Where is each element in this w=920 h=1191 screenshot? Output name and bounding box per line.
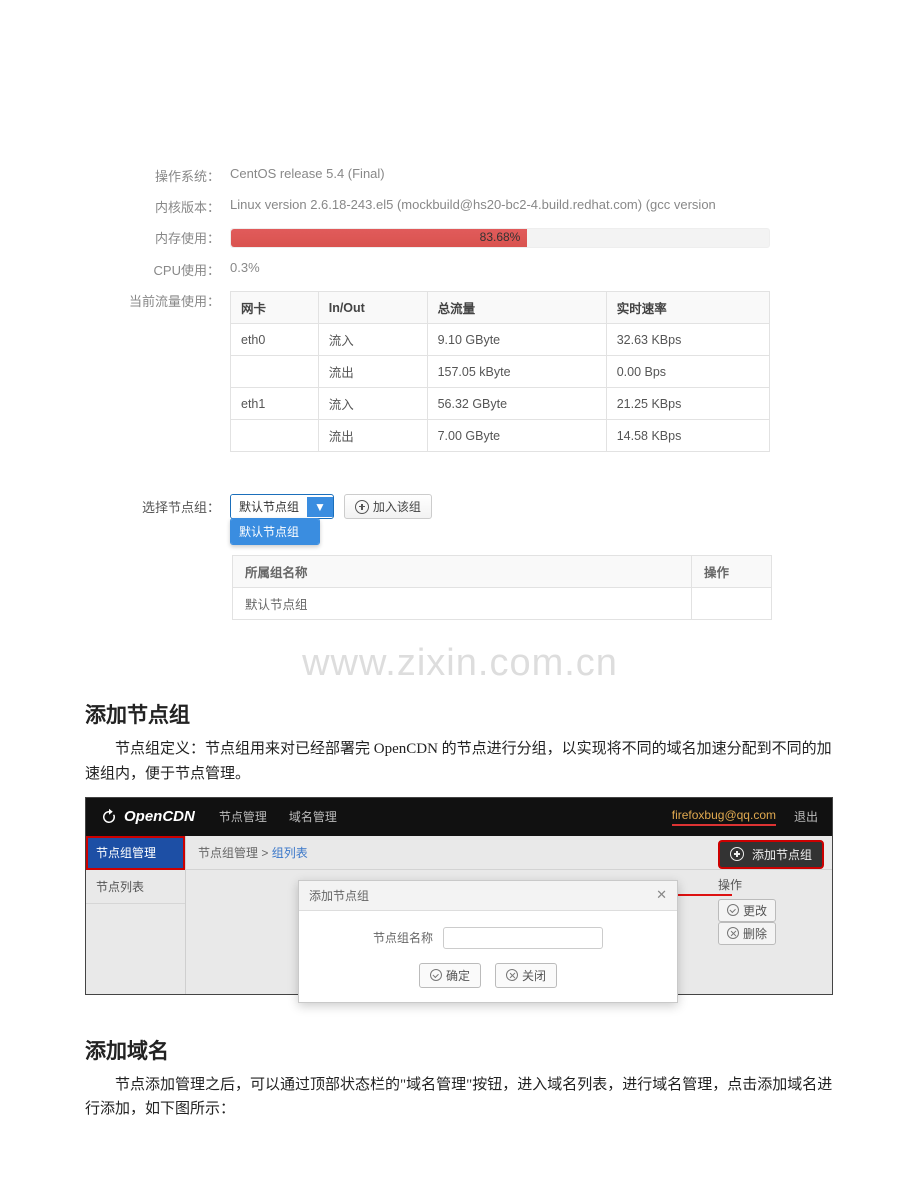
app-header: OpenCDN 节点管理 域名管理 firefoxbug@qq.com 退出 <box>86 798 832 836</box>
th-rate: 实时速率 <box>606 292 769 324</box>
app-main: 节点组管理 > 组列表 添加节点组 操作 更改 删除 添加节点组 ✕ <box>186 836 832 994</box>
table-cell: 157.05 kByte <box>427 356 606 388</box>
modal-field-label: 节点组名称 <box>373 929 433 946</box>
app-logo[interactable]: OpenCDN <box>100 808 195 826</box>
table-cell: 流入 <box>318 324 427 356</box>
memory-bar-label: 83.68% <box>231 230 769 244</box>
user-email[interactable]: firefoxbug@qq.com <box>672 808 776 826</box>
nodegroup-option[interactable]: 默认节点组 <box>231 519 319 544</box>
table-row: 默认节点组 <box>233 588 772 620</box>
th-group-ops: 操作 <box>692 556 772 588</box>
delete-label: 删除 <box>743 925 767 942</box>
x-circle-icon <box>727 927 739 939</box>
th-group-name: 所属组名称 <box>233 556 692 588</box>
th-nic: 网卡 <box>231 292 319 324</box>
crumb-b: 组列表 <box>272 846 308 860</box>
table-cell: 流出 <box>318 420 427 452</box>
table-cell: 7.00 GByte <box>427 420 606 452</box>
sidebar-item-nodegroup-mgmt[interactable]: 节点组管理 <box>86 836 185 870</box>
modal-close-button[interactable]: 关闭 <box>495 963 557 988</box>
opencdn-app-screenshot: OpenCDN 节点管理 域名管理 firefoxbug@qq.com 退出 ▼… <box>85 797 833 995</box>
table-cell: 流入 <box>318 388 427 420</box>
paragraph-add-nodegroup: 节点组定义：节点组用来对已经部署完 OpenCDN 的节点进行分组，以实现将不同… <box>85 737 835 787</box>
table-cell <box>231 420 319 452</box>
app-brand: OpenCDN <box>124 808 195 825</box>
kernel-label: 内核版本： <box>0 197 230 216</box>
refresh-icon <box>100 808 118 826</box>
plus-circle-icon <box>730 847 744 861</box>
x-circle-icon <box>506 969 518 981</box>
table-cell: 14.58 KBps <box>606 420 769 452</box>
table-cell: 9.10 GByte <box>427 324 606 356</box>
cell-group-ops <box>692 588 772 620</box>
table-cell: 21.25 KBps <box>606 388 769 420</box>
join-group-button[interactable]: 加入该组 <box>344 494 432 519</box>
sidebar: 节点组管理 节点列表 <box>86 836 186 994</box>
mem-label: 内存使用： <box>0 228 230 247</box>
nodegroup-dropdown[interactable]: 默认节点组 <box>230 518 320 545</box>
traffic-label: 当前流量使用： <box>0 291 230 310</box>
edit-label: 更改 <box>743 902 767 919</box>
nodegroup-select[interactable]: 默认节点组 ▼ <box>230 494 334 519</box>
operations-column: 操作 更改 删除 <box>718 872 826 945</box>
modal-ok-label: 确定 <box>446 967 470 984</box>
th-io: In/Out <box>318 292 427 324</box>
check-circle-icon <box>727 904 739 916</box>
crumb-sep: > <box>258 846 272 860</box>
table-cell <box>231 356 319 388</box>
ops-header: 操作 <box>718 872 826 899</box>
nav-node-mgmt[interactable]: 节点管理 <box>219 808 267 825</box>
nav-domain-mgmt[interactable]: 域名管理 <box>289 808 337 825</box>
cpu-label: CPU使用： <box>0 260 230 279</box>
modal-ok-button[interactable]: 确定 <box>419 963 481 988</box>
modal-close-label: 关闭 <box>522 967 546 984</box>
os-value: CentOS release 5.4 (Final) <box>230 166 920 181</box>
add-nodegroup-button[interactable]: 添加节点组 <box>718 840 824 869</box>
heading-add-domain: 添加域名 <box>85 1035 920 1065</box>
table-cell: 32.63 KBps <box>606 324 769 356</box>
add-nodegroup-label: 添加节点组 <box>752 846 812 863</box>
check-circle-icon <box>430 969 442 981</box>
delete-button[interactable]: 删除 <box>718 922 776 945</box>
paragraph-add-domain: 节点添加管理之后，可以通过顶部状态栏的"域名管理"按钮，进入域名列表，进行域名管… <box>85 1073 835 1123</box>
nodegroup-table: 所属组名称 操作 默认节点组 <box>232 555 772 620</box>
watermark-text: www.zixin.com.cn <box>0 642 920 685</box>
kernel-value: Linux version 2.6.18-243.el5 (mockbuild@… <box>230 197 920 212</box>
breadcrumb: 节点组管理 > 组列表 添加节点组 <box>186 836 832 870</box>
plus-circle-icon <box>355 500 369 514</box>
nodegroup-select-value: 默认节点组 <box>231 495 307 518</box>
th-total: 总流量 <box>427 292 606 324</box>
close-icon[interactable]: ✕ <box>656 887 667 903</box>
os-label: 操作系统： <box>0 166 230 185</box>
chevron-down-icon: ▼ <box>307 497 333 517</box>
nodegroup-name-input[interactable] <box>443 927 603 949</box>
edit-button[interactable]: 更改 <box>718 899 776 922</box>
table-cell: eth0 <box>231 324 319 356</box>
table-row: 流出7.00 GByte14.58 KBps <box>231 420 770 452</box>
table-cell: 0.00 Bps <box>606 356 769 388</box>
cell-group-name: 默认节点组 <box>233 588 692 620</box>
table-row: eth0流入9.10 GByte32.63 KBps <box>231 324 770 356</box>
join-group-label: 加入该组 <box>373 498 421 515</box>
modal-title: 添加节点组 <box>309 887 369 904</box>
table-row: 流出157.05 kByte0.00 Bps <box>231 356 770 388</box>
cpu-value: 0.3% <box>230 260 920 275</box>
crumb-a[interactable]: 节点组管理 <box>198 846 258 860</box>
nodegroup-label: 选择节点组： <box>0 497 230 516</box>
system-info-panel: 操作系统： CentOS release 5.4 (Final) 内核版本： L… <box>0 160 920 458</box>
table-row: eth1流入56.32 GByte21.25 KBps <box>231 388 770 420</box>
logout-link[interactable]: 退出 <box>794 808 818 825</box>
table-cell: 流出 <box>318 356 427 388</box>
table-cell: 56.32 GByte <box>427 388 606 420</box>
sidebar-item-node-list[interactable]: 节点列表 <box>86 870 185 904</box>
traffic-table: 网卡 In/Out 总流量 实时速率 eth0流入9.10 GByte32.63… <box>230 291 770 452</box>
memory-bar: 83.68% <box>230 228 770 248</box>
heading-add-nodegroup: 添加节点组 <box>85 699 920 729</box>
table-cell: eth1 <box>231 388 319 420</box>
add-nodegroup-modal: 添加节点组 ✕ 节点组名称 确定 关闭 <box>298 880 678 1003</box>
